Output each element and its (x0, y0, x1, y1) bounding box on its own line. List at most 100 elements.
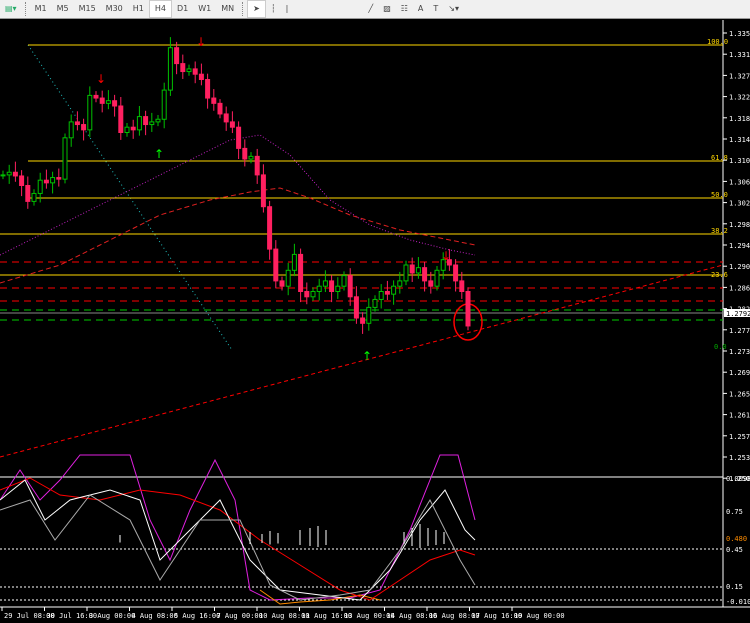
candle (366, 298, 372, 331)
candle (434, 266, 440, 291)
candle (347, 268, 353, 306)
candle (384, 280, 390, 300)
candle (74, 111, 80, 131)
price-label: 1.29000 (729, 263, 750, 271)
candle (25, 176, 31, 209)
price-label: 1.32290 (729, 94, 750, 102)
chart-type-button[interactable]: ▤▾ (0, 1, 22, 17)
candle (378, 284, 384, 309)
price-label: 1.31030 (729, 157, 750, 165)
candle (229, 111, 235, 134)
candle (136, 106, 142, 136)
candles (0, 37, 471, 334)
histogram (119, 524, 445, 548)
candle (391, 280, 397, 305)
price-label: 1.31890 (729, 115, 750, 123)
candle (335, 277, 341, 299)
time-label: 7 Aug 00:00 (217, 612, 263, 620)
candle (130, 119, 136, 139)
candle (273, 240, 279, 289)
crosshair-icon[interactable]: ┆ (266, 1, 281, 17)
divider (24, 2, 27, 16)
candle (223, 106, 229, 131)
candle (205, 73, 211, 109)
price-label: 1.31490 (729, 136, 750, 144)
candle (50, 171, 56, 194)
candle (43, 169, 49, 189)
label-icon[interactable]: T (428, 1, 443, 17)
vertical-line-icon[interactable]: | (281, 1, 294, 17)
candle (465, 287, 471, 331)
candle (360, 312, 366, 334)
candle (81, 118, 87, 141)
ind-axis-label: 0.480 (726, 535, 747, 543)
candle (453, 259, 459, 292)
candle (236, 121, 242, 159)
up-arrow-icon: ↑ (362, 349, 372, 363)
tf-m5[interactable]: M5 (52, 1, 74, 17)
ma-slow-magenta (0, 134, 476, 256)
candle (248, 152, 254, 164)
text-icon[interactable]: A (413, 1, 428, 17)
tf-w1[interactable]: W1 (193, 1, 216, 17)
price-chart[interactable]: ↓ ↓ ↓ ↑ ↑ 100.0 61.8 50.0 38.2 23.6 0.0 … (0, 19, 750, 623)
channel-icon[interactable]: ▨ (378, 1, 396, 17)
fib-label: 0.0 (714, 343, 727, 351)
candle (180, 54, 186, 79)
candle (192, 61, 198, 84)
candle (6, 164, 12, 184)
tf-h4[interactable]: H4 (148, 0, 172, 18)
price-label: 1.32700 (729, 72, 750, 80)
candle (112, 94, 118, 117)
candle (161, 82, 167, 129)
time-label: 5 Aug 16:00 (174, 612, 220, 620)
candle (242, 139, 248, 167)
down-arrow-icon: ↓ (441, 249, 451, 263)
ind-axis-label: 0.15 (726, 583, 743, 591)
ind-axis-label: 0.75 (726, 508, 743, 516)
candle (174, 41, 180, 75)
tf-m1[interactable]: M1 (30, 1, 52, 17)
tf-h1[interactable]: H1 (128, 1, 149, 17)
candle (353, 286, 359, 324)
candle (62, 133, 68, 184)
candle (403, 260, 409, 286)
candle (372, 295, 378, 312)
candle (310, 287, 316, 302)
tf-m30[interactable]: M30 (101, 1, 128, 17)
tf-d1[interactable]: D1 (172, 1, 193, 17)
candle (409, 257, 415, 282)
candle (267, 200, 273, 260)
tf-m15[interactable]: M15 (74, 1, 101, 17)
candle (316, 278, 322, 301)
candle (0, 170, 6, 180)
candle (211, 89, 217, 111)
price-label: 1.27790 (729, 327, 750, 335)
candle (118, 96, 124, 140)
candle (415, 257, 421, 279)
toolbar: ▤▾ M1 M5 M15 M30 H1 H4 D1 W1 MN ➤ ┆ | ╱ … (0, 0, 750, 19)
candle (149, 112, 155, 132)
candle (93, 91, 99, 103)
time-axis: 29 Jul 08:0030 Jul 16:003 Aug 00:004 Aug… (1, 607, 565, 620)
horizontal-line-icon[interactable]: ╱ (363, 1, 378, 17)
price-label: 1.29410 (729, 242, 750, 250)
candle (143, 110, 149, 136)
price-label: 1.30230 (729, 200, 750, 208)
tf-mn[interactable]: MN (216, 1, 239, 17)
candle (254, 148, 260, 184)
arrow-icon[interactable]: ↘▾ (443, 1, 464, 17)
time-label: 19 Aug 00:00 (514, 612, 565, 620)
price-label: 1.29810 (729, 221, 750, 229)
price-label: 1.26590 (729, 390, 750, 398)
candle (298, 248, 304, 303)
price-label: 1.25780 (729, 433, 750, 441)
fibonacci-icon[interactable]: ☷ (396, 1, 413, 17)
candle (217, 99, 223, 119)
cursor-icon[interactable]: ➤ (247, 0, 266, 18)
candle (68, 114, 74, 147)
price-label: 1.25380 (729, 454, 750, 462)
candle (285, 262, 291, 296)
current-price-value: 1.27928 (726, 310, 750, 318)
ind-axis-label: -0.01057 (726, 598, 750, 606)
